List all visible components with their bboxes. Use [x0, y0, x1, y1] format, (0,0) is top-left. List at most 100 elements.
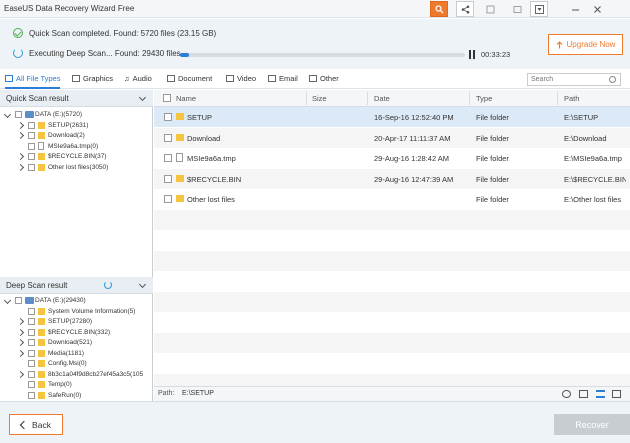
- chevron-icon[interactable]: [16, 338, 25, 347]
- tree-item-label: Config.Msi(0): [48, 360, 87, 367]
- column-header-path[interactable]: Path: [564, 94, 579, 103]
- window-title: EaseUS Data Recovery Wizard Free: [4, 4, 135, 13]
- column-header-size[interactable]: Size: [312, 94, 327, 103]
- cell-path: E:\SETUP: [564, 113, 599, 122]
- tree-item-label: $RECYCLE.BIN(37): [48, 153, 107, 160]
- tree-checkbox[interactable]: [28, 121, 35, 129]
- tree-checkbox[interactable]: [28, 132, 35, 139]
- pause-icon[interactable]: [469, 50, 477, 59]
- menu-button[interactable]: [530, 1, 548, 17]
- share-button[interactable]: [456, 1, 474, 17]
- tree-item[interactable]: Download(521): [0, 338, 153, 348]
- chevron-icon[interactable]: [16, 370, 25, 378]
- tree-item[interactable]: Config.Msi(0): [0, 359, 153, 369]
- row-checkbox[interactable]: [164, 154, 172, 162]
- chevron-icon[interactable]: [16, 163, 25, 171]
- tree-item[interactable]: Media(1181): [0, 349, 153, 359]
- select-all-checkbox[interactable]: [163, 94, 171, 102]
- tab-video[interactable]: Video: [226, 74, 256, 83]
- row-checkbox[interactable]: [164, 113, 172, 121]
- path-bar: Path: E:\SETUP: [154, 386, 630, 401]
- row-checkbox[interactable]: [164, 174, 172, 183]
- tree-item-label: 8b3c1a04f9d8cb27ef45a3c5(105: [48, 370, 144, 378]
- recover-button[interactable]: Recover: [554, 414, 630, 435]
- search-input[interactable]: [527, 73, 621, 86]
- search-icon-button[interactable]: [430, 1, 448, 17]
- tree-checkbox[interactable]: [28, 153, 35, 160]
- table-row[interactable]: Other lost files File folder E:\Other lost…: [154, 189, 630, 209]
- tree-item[interactable]: Other lost files(3050): [0, 163, 153, 173]
- cell-name: Download: [187, 133, 221, 143]
- chevron-icon[interactable]: [16, 152, 25, 161]
- email-icon: [268, 75, 276, 82]
- folder-icon: [176, 133, 184, 141]
- tree-item[interactable]: SafeRun(0): [0, 391, 153, 401]
- tree-item-label: SETUP(27280): [48, 318, 93, 325]
- preview-eye-icon[interactable]: [562, 390, 571, 398]
- tab-other[interactable]: Other: [309, 74, 339, 83]
- upgrade-now-button[interactable]: Upgrade Now: [548, 34, 623, 55]
- close-button[interactable]: [588, 1, 606, 17]
- tree-checkbox[interactable]: [28, 381, 35, 388]
- table-row[interactable]: $RECYCLE.BIN 29-Aug-16 12:47:39 AM File fo…: [154, 168, 630, 189]
- tree-checkbox[interactable]: [28, 370, 35, 378]
- deep-scan-panel-header[interactable]: Deep Scan result: [0, 277, 153, 294]
- tree-checkbox[interactable]: [28, 163, 35, 171]
- tree-item[interactable]: DATA (E:)(29430): [0, 296, 153, 306]
- tab-document[interactable]: Document: [167, 74, 212, 83]
- tree-item[interactable]: MSIe9a6a.tmp(0): [0, 141, 153, 152]
- chevron-icon[interactable]: [16, 349, 25, 357]
- table-row[interactable]: Download 20-Apr-17 11:11:37 AM File folder…: [154, 127, 630, 148]
- tree-checkbox[interactable]: [28, 307, 35, 315]
- row-checkbox[interactable]: [164, 195, 172, 203]
- chevron-icon[interactable]: [3, 110, 12, 119]
- table-row[interactable]: MSIe9a6a.tmp 29-Aug-16 1:28:42 AM File fol…: [154, 148, 630, 168]
- tree-checkbox[interactable]: [28, 391, 35, 399]
- chevron-icon[interactable]: [16, 317, 25, 326]
- tab-graphics[interactable]: Graphics: [72, 74, 113, 83]
- quick-scan-panel-header[interactable]: Quick Scan result: [0, 90, 153, 107]
- tab-audio[interactable]: ♫ Audio: [124, 74, 152, 83]
- column-header-type[interactable]: Type: [476, 94, 492, 103]
- tree-checkbox[interactable]: [28, 349, 35, 357]
- tree-item[interactable]: System Volume Information(5): [0, 307, 153, 317]
- chevron-icon[interactable]: [16, 328, 25, 336]
- minimize-button[interactable]: [566, 1, 584, 17]
- tab-email[interactable]: Email: [268, 74, 298, 83]
- tree-item[interactable]: DATA (E:)(5720): [0, 110, 153, 120]
- tree-checkbox[interactable]: [28, 360, 35, 367]
- feedback-button[interactable]: [508, 1, 526, 17]
- tree-checkbox[interactable]: [28, 318, 35, 325]
- tab-all-file-types[interactable]: All File Types: [5, 74, 61, 89]
- tree-checkbox[interactable]: [28, 328, 35, 336]
- tile-view-icon[interactable]: [612, 390, 621, 398]
- row-checkbox[interactable]: [164, 133, 172, 142]
- chevron-icon[interactable]: [16, 121, 25, 129]
- tree-item[interactable]: $RECYCLE.BIN(37): [0, 152, 153, 162]
- share-icon: [461, 5, 469, 13]
- table-row[interactable]: SETUP 16-Sep-16 12:52:40 PM File folder E:\…: [154, 107, 630, 127]
- column-header-date[interactable]: Date: [374, 94, 390, 103]
- chevron-icon[interactable]: [16, 131, 25, 140]
- scan-progress-bar: [180, 53, 465, 57]
- tree-checkbox[interactable]: [15, 297, 22, 304]
- tree-item[interactable]: SETUP(27280): [0, 317, 153, 327]
- folder-icon: [38, 370, 45, 378]
- chevron-icon[interactable]: [3, 296, 12, 305]
- tree-item[interactable]: $RECYCLE.BIN(332): [0, 328, 153, 338]
- cell-path: E:\MSIe9a6a.tmp: [564, 154, 622, 163]
- tree-checkbox[interactable]: [28, 142, 35, 150]
- tree-checkbox[interactable]: [28, 339, 35, 346]
- grid-view-icon[interactable]: [579, 390, 588, 398]
- folder-icon: [38, 339, 45, 346]
- tree-item[interactable]: Temp(0): [0, 380, 153, 390]
- tree-item[interactable]: Download(2): [0, 131, 153, 141]
- login-button[interactable]: [481, 1, 499, 17]
- tree-checkbox[interactable]: [15, 111, 22, 118]
- list-view-icon[interactable]: [596, 390, 605, 398]
- tree-item[interactable]: 8b3c1a04f9d8cb27ef45a3c5(105: [0, 370, 153, 380]
- tree-item[interactable]: SETUP(2631): [0, 121, 153, 131]
- back-button[interactable]: Back: [9, 414, 63, 435]
- column-header-name[interactable]: Name: [176, 94, 196, 103]
- arrow-left-icon: [19, 420, 29, 429]
